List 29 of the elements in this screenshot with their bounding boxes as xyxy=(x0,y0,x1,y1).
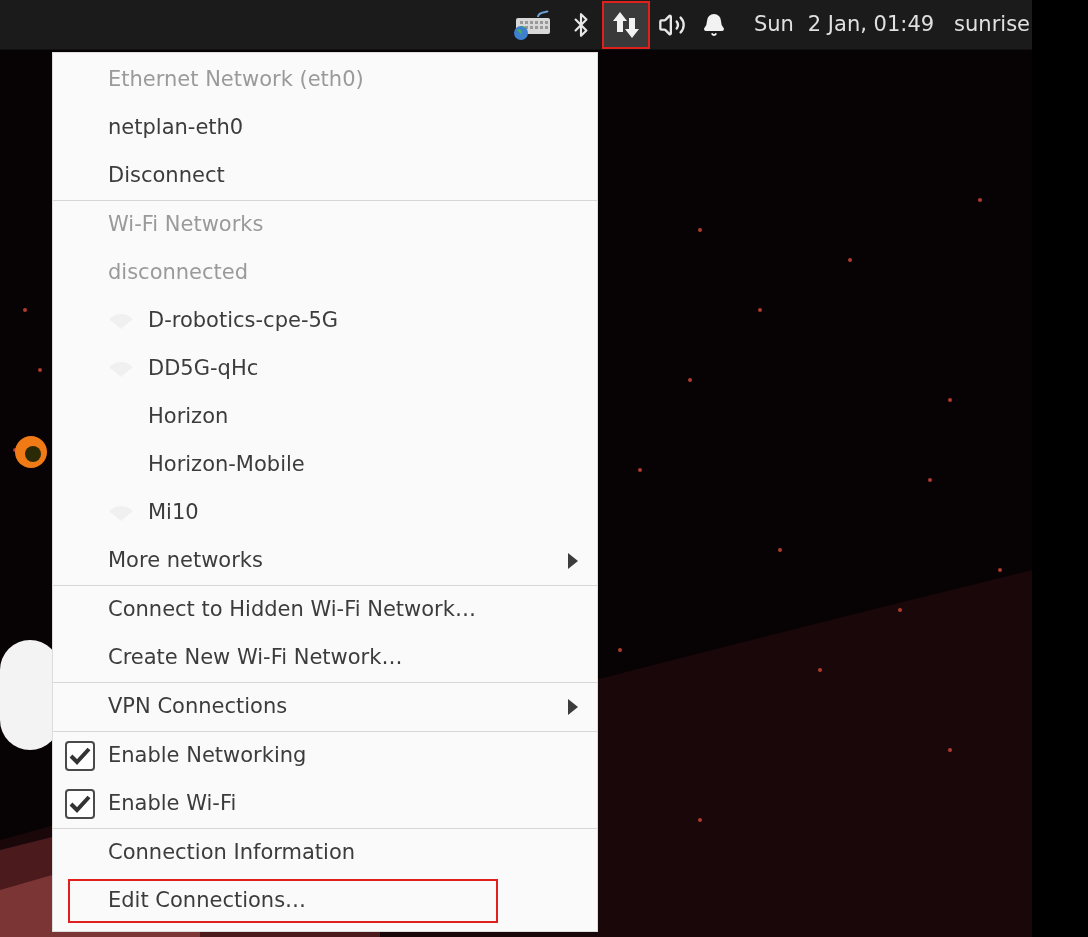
tray-button[interactable] xyxy=(601,0,650,49)
menu-item[interactable]: Connect to Hidden Wi-Fi Network… xyxy=(53,586,597,634)
submenu-arrow-icon xyxy=(567,552,579,570)
menu-item[interactable]: Horizon-Mobile xyxy=(53,441,597,489)
menu-item[interactable]: Mi10 xyxy=(53,489,597,537)
menu-item[interactable]: Enable Networking xyxy=(53,732,597,780)
day-label: Sun xyxy=(753,10,794,38)
notification-bell-icon xyxy=(701,12,726,37)
menu-item[interactable]: Enable Wi-Fi xyxy=(53,780,597,828)
menu-section-label: Wi-Fi Networks xyxy=(107,211,265,239)
user-name[interactable]: sunrise xyxy=(954,8,1030,41)
menu-item[interactable]: More networks xyxy=(53,537,597,585)
menu-section-label: Ethernet Network (eth0) xyxy=(107,66,365,94)
menu-section-label: disconnected xyxy=(107,259,250,287)
menu-item[interactable]: Edit Connections… xyxy=(53,877,597,925)
menu-item[interactable]: D-robotics-cpe-5G xyxy=(53,297,597,345)
menu-item[interactable]: Connection Information xyxy=(53,829,597,877)
menu-item[interactable]: Horizon xyxy=(53,393,597,441)
checkbox[interactable] xyxy=(65,789,95,819)
menu-item[interactable]: DD5G-qHc xyxy=(53,345,597,393)
checkbox[interactable] xyxy=(65,741,95,771)
menu-item[interactable]: VPN Connections xyxy=(53,683,597,731)
keyboard-globe-icon xyxy=(511,8,552,41)
desktop-app-icon[interactable] xyxy=(14,435,48,469)
menu-item[interactable]: Create New Wi-Fi Network… xyxy=(53,634,597,682)
submenu-arrow-icon xyxy=(567,698,579,716)
menu-item[interactable]: Disconnect xyxy=(53,152,597,200)
menu-item[interactable]: netplan-eth0 xyxy=(53,104,597,152)
clock[interactable]: 2 Jan, 01:49 xyxy=(807,8,935,41)
